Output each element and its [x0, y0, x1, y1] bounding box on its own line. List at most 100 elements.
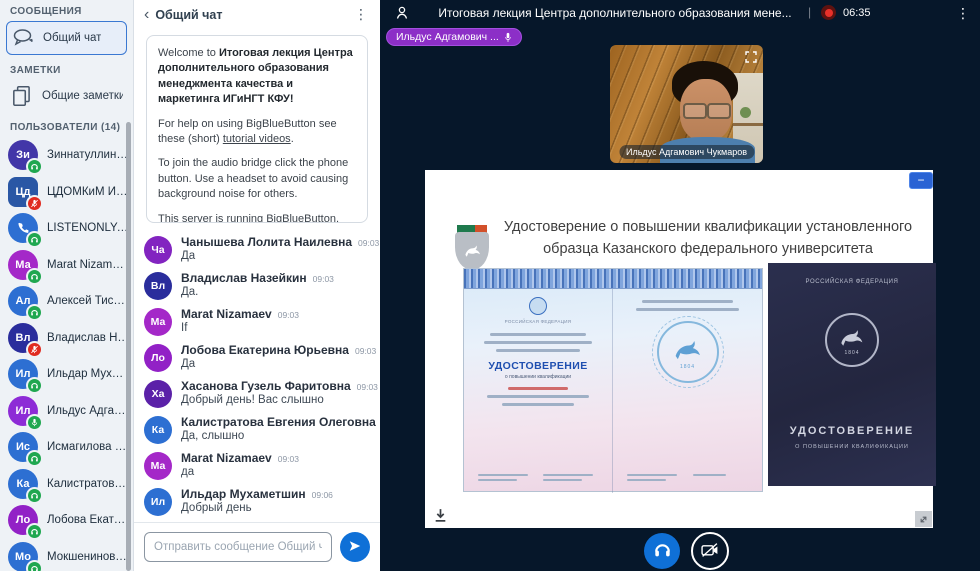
welcome-p3: To join the audio bridge click the phone… [158, 156, 356, 202]
chat-message: Вл Владислав Назейкин 09:03 Да. [144, 271, 370, 300]
minimize-presentation-button[interactable]: − [909, 172, 933, 189]
status-badge [28, 416, 41, 429]
message-input[interactable] [144, 532, 332, 562]
message-text: If [181, 322, 299, 334]
webcam-video[interactable]: Ильдус Адгамович Чукмаров [610, 45, 763, 163]
send-message-button[interactable] [340, 532, 370, 562]
avatar: Ка [144, 416, 172, 444]
user-list-item[interactable]: Ма Marat Nizamaev [0, 247, 133, 284]
resize-presentation-handle[interactable] [915, 511, 932, 527]
presentation-area[interactable]: − Удостоверение о повышении квалификации… [425, 170, 933, 528]
status-badge [28, 270, 41, 283]
certificate-title: УДОСТОВЕРЕНИЕ [488, 360, 587, 372]
talking-user-label: Ильдус Адгамович ... [396, 31, 499, 43]
user-list-item[interactable]: Ка Калистратова Евг... [0, 466, 133, 503]
audio-join-button[interactable] [644, 533, 680, 569]
webcam-shelf [733, 123, 763, 126]
webcam-fullscreen-icon[interactable] [744, 50, 758, 64]
welcome-p4: This server is running BigBlueButton. [158, 212, 356, 223]
message-text: Да [181, 358, 370, 370]
options-kebab-icon[interactable]: ⋮ [956, 5, 970, 22]
chat-options-kebab-icon[interactable]: ⋮ [350, 6, 372, 23]
user-list-item[interactable]: LISTENONLY-%D0%... [0, 210, 133, 247]
recording-indicator[interactable] [821, 5, 836, 20]
users-section-header: ПОЛЬЗОВАТЕЛИ (14) [0, 120, 133, 137]
user-list-item[interactable]: Вл Владислав Назей... [0, 320, 133, 357]
slide-title: Удостоверение о повышении квалификации у… [487, 216, 929, 261]
chat-message: Ка Калистратова Евгения Олеговна 09:03 Д… [144, 415, 370, 444]
user-list-item[interactable]: Ис Исмагилова Эльза [0, 429, 133, 466]
recording-time: 06:35 [843, 7, 871, 19]
status-badge [28, 379, 41, 392]
top-bar: Итоговая лекция Центра дополнительного о… [380, 0, 980, 26]
message-author: Marat Nizamaev [181, 451, 272, 465]
message-author: Калистратова Евгения Олеговна [181, 415, 376, 429]
chat-message: Ил Ильдар Мухаметшин 09:06 Добрый день [144, 487, 370, 516]
bigbluebutton-link[interactable]: BigBlueButton [266, 213, 336, 223]
person-glasses [682, 103, 732, 116]
message-author: Ильдар Мухаметшин [181, 487, 306, 501]
user-name: LISTENONLY-%D0%... [47, 222, 129, 234]
sidebar-item-shared-notes[interactable]: Общие заметки [6, 80, 127, 112]
user-list-item[interactable]: Ло Лобова Екатерин... [0, 502, 133, 539]
download-presentation-icon[interactable] [433, 508, 448, 523]
webcam-name-label: Ильдус Адгамович Чукмаров [619, 145, 754, 159]
user-name: Ильдар Мухамет... [47, 368, 129, 380]
message-time: 09:06 [312, 490, 333, 500]
welcome-message: Welcome to Итоговая лекция Центра дополн… [146, 35, 368, 223]
back-icon[interactable]: ‹ [144, 7, 149, 23]
webcam-share-button[interactable] [691, 532, 729, 570]
user-name: Алексей Тистол [47, 295, 129, 307]
user-name: Владислав Назей... [47, 332, 129, 344]
tutorial-videos-link[interactable]: tutorial videos [223, 133, 291, 145]
status-badge [28, 306, 41, 319]
chat-title: Общий чат [155, 8, 350, 22]
avatar: Вл [144, 272, 172, 300]
status-badge [28, 562, 41, 571]
user-name: ЦДОМКиМ ИГиНГТ [47, 186, 129, 198]
status-badge [28, 489, 41, 502]
user-list-item[interactable]: Ил Ильдус Адгамови... [0, 393, 133, 430]
message-text: Да [181, 250, 370, 262]
mic-icon [504, 32, 512, 43]
avatar: Ча [144, 236, 172, 264]
message-time: 09:03 [313, 274, 334, 284]
user-list-item[interactable]: Мо Мокшенинова Ма... [0, 539, 133, 571]
message-text: Да. [181, 286, 334, 298]
status-badge [28, 452, 41, 465]
send-icon [348, 539, 362, 556]
user-list-item[interactable]: Цд ЦДОМКиМ ИГиНГТ [0, 174, 133, 211]
sidebar-item-public-chat[interactable]: Общий чат [6, 21, 127, 55]
bigbluebutton-app: СООБЩЕНИЯ Общий чат ЗАМЕТКИ Общие заметк… [0, 0, 980, 571]
certificate-cover-photo: РОССИЙСКАЯ ФЕДЕРАЦИЯ 1804 УДОСТОВЕРЕНИЕ … [768, 263, 936, 486]
message-author: Хасанова Гузель Фаритовна [181, 379, 351, 393]
chat-message: Ло Лобова Екатерина Юрьевна 09:03 Да [144, 343, 370, 372]
kfu-shield-icon [455, 232, 489, 270]
talking-indicator[interactable]: Ильдус Адгамович ... [386, 28, 522, 46]
users-scrollbar[interactable] [126, 122, 131, 571]
message-author: Владислав Назейкин [181, 271, 307, 285]
user-list-item[interactable]: Зи Зиннатуллин... (Вы) [0, 137, 133, 174]
user-list: Зи Зиннатуллин... (Вы) Цд ЦДОМКиМ ИГиНГТ… [0, 137, 133, 571]
message-time: 09:03 [278, 310, 299, 320]
chat-message: Ча Чанышева Лолита Наилевна 09:03 Да [144, 235, 370, 264]
chat-message: Ма Marat Nizamaev 09:03 да [144, 451, 370, 480]
message-time: 09:03 [358, 238, 379, 248]
message-author: Чанышева Лолита Наилевна [181, 235, 352, 249]
user-name: Калистратова Евг... [47, 478, 129, 490]
public-chat-label: Общий чат [43, 32, 101, 44]
message-time: 09:03 [357, 382, 378, 392]
avatar: Ха [144, 380, 172, 408]
user-list-item[interactable]: Ал Алексей Тистол [0, 283, 133, 320]
message-text: да [181, 466, 299, 478]
notes-section-header: ЗАМЕТКИ [0, 63, 133, 80]
avatar: Ма [144, 452, 172, 480]
user-name: Зиннатуллин... (Вы) [47, 149, 129, 161]
welcome-p2: For help on using BigBlueButton see thes… [158, 117, 356, 148]
user-name: Ильдус Адгамови... [47, 405, 129, 417]
manage-users-icon[interactable] [394, 5, 410, 21]
kfu-emblem-icon: 1804 [657, 321, 719, 383]
certificate-left-page: РОССИЙСКАЯ ФЕДЕРАЦИЯ УДОСТОВЕРЕНИЕ о пов… [464, 289, 613, 493]
user-name: Мокшенинова Ма... [47, 551, 129, 563]
user-list-item[interactable]: Ил Ильдар Мухамет... [0, 356, 133, 393]
